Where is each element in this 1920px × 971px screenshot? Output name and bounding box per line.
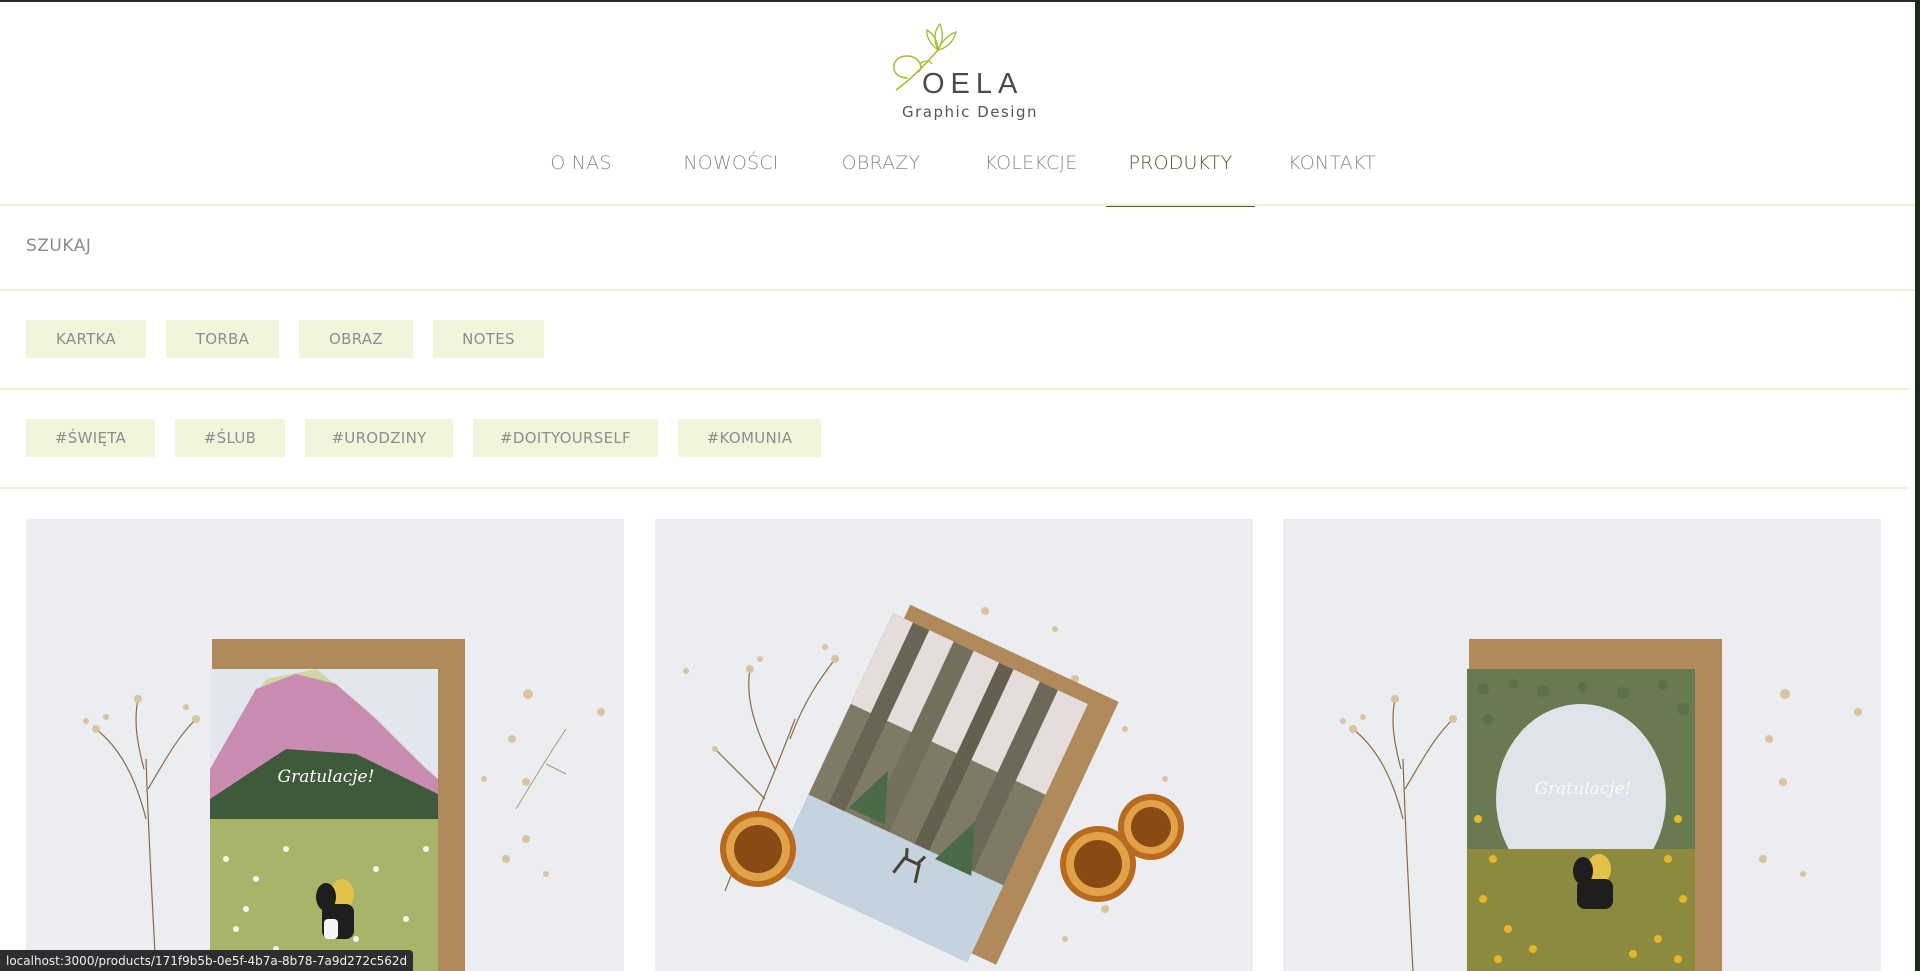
nav-item-nowosci[interactable]: NOWOŚCI: [677, 152, 785, 205]
sunflower-field-card-icon: Gratulacje!: [1283, 519, 1881, 971]
category-chip-torba[interactable]: TORBA: [166, 320, 279, 358]
nav-item-obrazy[interactable]: OBRAZY: [837, 152, 925, 205]
category-chip-notes[interactable]: NOTES: [433, 320, 544, 358]
forest-deer-card-icon: [655, 519, 1253, 971]
tag-chip-doityourself[interactable]: #DOITYOURSELF: [473, 419, 658, 457]
tag-chip-swieta[interactable]: #ŚWIĘTA: [26, 419, 155, 457]
tag-chip-komunia[interactable]: #KOMUNIA: [678, 419, 821, 457]
product-card-text: Gratulacje!: [1535, 779, 1632, 799]
brand-name: OELA: [922, 68, 1024, 100]
site-logo[interactable]: OELA Graphic Design: [880, 20, 1036, 125]
nav-item-kolekcje[interactable]: KOLEKCJE: [981, 152, 1081, 205]
scrollbar[interactable]: [1915, 0, 1920, 971]
category-chip-obraz[interactable]: OBRAZ: [299, 320, 413, 358]
category-chip-kartka[interactable]: KARTKA: [26, 320, 146, 358]
nav-item-kontakt[interactable]: KONTAKT: [1282, 152, 1382, 205]
product-card[interactable]: Gratulacje!: [1283, 519, 1881, 971]
product-card-text: Gratulacje!: [278, 767, 375, 787]
brand-tagline: Graphic Design: [902, 103, 1038, 121]
category-divider: [0, 388, 1910, 390]
product-card[interactable]: [655, 519, 1253, 971]
nav-item-produkty[interactable]: PRODUKTY: [1106, 152, 1255, 207]
product-card[interactable]: Gratulacje!: [26, 519, 624, 971]
mountain-meadow-card-icon: Gratulacje!: [26, 519, 624, 971]
nav-divider: [0, 204, 1915, 206]
main-navigation: O NAS NOWOŚCI OBRAZY KOLEKCJE PRODUKTY K…: [0, 152, 1915, 207]
search-divider: [0, 289, 1915, 291]
tag-chip-urodziny[interactable]: #URODZINY: [305, 419, 453, 457]
window-top-border: [0, 0, 1920, 2]
tag-divider: [0, 487, 1910, 489]
search-input[interactable]: SZUKAJ: [26, 236, 91, 256]
tag-chip-slub[interactable]: #ŚLUB: [175, 419, 285, 457]
status-bar-url: localhost:3000/products/171f9b5b-0e5f-4b…: [0, 950, 414, 971]
nav-item-o-nas[interactable]: O NAS: [540, 152, 622, 205]
